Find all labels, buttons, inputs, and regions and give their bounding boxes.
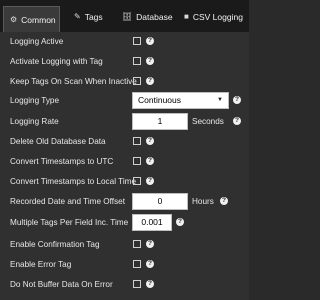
recorded-offset-unit: Hours — [192, 196, 214, 206]
tab-bar: ⚙ Common ✎ Tags 🗄 Database ■ CSV Logging — [0, 0, 249, 32]
help-icon[interactable]: ? — [146, 280, 154, 288]
delete-old-data-label: Delete Old Database Data — [10, 136, 106, 146]
multiple-tags-input[interactable]: 0.001 — [132, 213, 172, 231]
recorded-offset-input[interactable]: 0 — [132, 192, 188, 210]
csv-icon: ■ — [184, 12, 189, 21]
setting-row-multiple-tags: Multiple Tags Per Field Inc. Time 0.001 … — [0, 213, 249, 231]
help-icon[interactable]: ? — [146, 77, 154, 85]
tab-database-label: Database — [136, 11, 173, 22]
enable-confirmation-checkbox[interactable] — [133, 240, 141, 248]
enable-error-checkbox[interactable] — [133, 260, 141, 268]
delete-old-data-checkbox[interactable] — [133, 137, 141, 145]
do-not-buffer-checkbox[interactable] — [133, 280, 141, 288]
setting-row-activate-logging-with-tag: Activate Logging with Tag ? — [0, 52, 249, 70]
activate-logging-with-tag-checkbox[interactable] — [133, 57, 141, 65]
tab-csv-logging-label: CSV Logging — [192, 11, 243, 22]
settings-panel: Logging Active ? Activate Logging with T… — [0, 32, 249, 300]
logging-type-value: Continuous — [138, 95, 182, 105]
tab-csv-logging[interactable]: ■ CSV Logging — [178, 5, 248, 28]
logging-rate-input[interactable]: 1 — [132, 112, 188, 130]
convert-utc-label: Convert Timestamps to UTC — [10, 156, 114, 166]
help-icon[interactable]: ? — [146, 260, 154, 268]
setting-row-logging-type: Logging Type Continuous ▼ ? — [0, 91, 249, 109]
setting-row-keep-tags-on-scan: Keep Tags On Scan When Inactive ? — [0, 72, 249, 90]
help-icon[interactable]: ? — [233, 117, 241, 125]
logging-type-label: Logging Type — [10, 95, 60, 105]
help-icon[interactable]: ? — [146, 177, 154, 185]
setting-row-enable-error: Enable Error Tag ? — [0, 255, 249, 273]
logging-active-label: Logging Active — [10, 36, 64, 46]
enable-error-label: Enable Error Tag — [10, 259, 72, 269]
help-icon[interactable]: ? — [146, 240, 154, 248]
keep-tags-on-scan-label: Keep Tags On Scan When Inactive — [10, 76, 137, 86]
setting-row-enable-confirmation: Enable Confirmation Tag ? — [0, 235, 249, 253]
chevron-down-icon: ▼ — [217, 97, 223, 103]
logging-rate-unit: Seconds — [192, 116, 224, 126]
logging-rate-label: Logging Rate — [10, 116, 59, 126]
keep-tags-on-scan-checkbox[interactable] — [133, 77, 141, 85]
tab-common[interactable]: ⚙ Common — [3, 6, 60, 32]
recorded-offset-label: Recorded Date and Time Offset — [10, 196, 125, 206]
setting-row-logging-rate: Logging Rate 1 Seconds ? — [0, 112, 249, 130]
help-icon[interactable]: ? — [176, 218, 184, 226]
convert-local-label: Convert Timestamps to Local Time — [10, 176, 137, 186]
setting-row-logging-active: Logging Active ? — [0, 32, 249, 50]
setting-row-do-not-buffer: Do Not Buffer Data On Error ? — [0, 275, 249, 293]
tab-database[interactable]: 🗄 Database — [116, 5, 176, 28]
setting-row-convert-utc: Convert Timestamps to UTC ? — [0, 152, 249, 170]
convert-utc-checkbox[interactable] — [133, 157, 141, 165]
help-icon[interactable]: ? — [146, 37, 154, 45]
logging-active-checkbox[interactable] — [133, 37, 141, 45]
multiple-tags-label: Multiple Tags Per Field Inc. Time — [10, 217, 129, 227]
setting-row-recorded-offset: Recorded Date and Time Offset 0 Hours ? — [0, 192, 249, 210]
help-icon[interactable]: ? — [146, 137, 154, 145]
convert-local-checkbox[interactable] — [133, 177, 141, 185]
tab-common-label: Common — [21, 14, 56, 25]
database-icon: 🗄 — [122, 12, 133, 21]
tab-tags-label: Tags — [84, 11, 103, 22]
setting-row-convert-local: Convert Timestamps to Local Time ? — [0, 172, 249, 190]
activate-logging-with-tag-label: Activate Logging with Tag — [10, 56, 103, 66]
tag-icon: ✎ — [74, 12, 81, 21]
do-not-buffer-label: Do Not Buffer Data On Error — [10, 279, 113, 289]
tab-tags[interactable]: ✎ Tags — [68, 5, 118, 28]
help-icon[interactable]: ? — [146, 57, 154, 65]
help-icon[interactable]: ? — [233, 96, 241, 104]
help-icon[interactable]: ? — [146, 157, 154, 165]
setting-row-delete-old-data: Delete Old Database Data ? — [0, 132, 249, 150]
help-icon[interactable]: ? — [220, 197, 228, 205]
gear-icon: ⚙ — [10, 15, 18, 24]
enable-confirmation-label: Enable Confirmation Tag — [10, 239, 100, 249]
logging-type-select[interactable]: Continuous ▼ — [132, 91, 229, 109]
